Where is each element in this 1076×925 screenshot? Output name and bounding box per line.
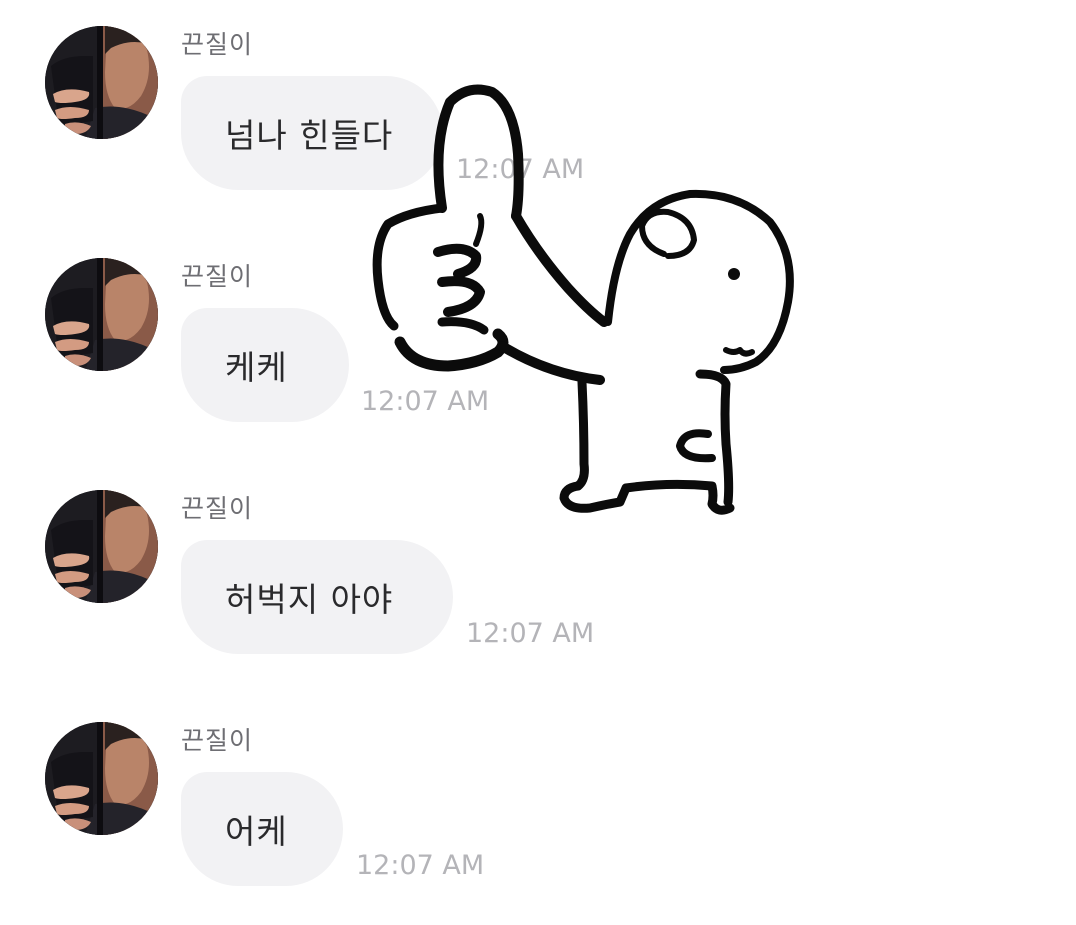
chat-area: 끈질이 넘나 힌들다 12:07 AM 끈질이 케케 12:07 AM 끈질이 … (0, 0, 1076, 925)
avatar[interactable] (45, 26, 158, 139)
sender-name: 끈질이 (181, 262, 254, 291)
sender-name: 끈질이 (181, 30, 254, 59)
character-eye (728, 268, 740, 280)
thumbs-up-character-icon (372, 84, 794, 515)
thumbs-up-character-sticker[interactable] (368, 84, 800, 519)
message-text: 케케 (225, 348, 288, 387)
message-text: 어케 (225, 812, 288, 851)
avatar[interactable] (45, 490, 158, 603)
avatar[interactable] (45, 258, 158, 371)
sender-name: 끈질이 (181, 726, 254, 755)
message-bubble[interactable]: 케케 (181, 308, 349, 422)
message-bubble[interactable]: 허벅지 아야 (181, 540, 453, 654)
message-text: 허벅지 아야 (225, 580, 394, 619)
message-time: 12:07 AM (356, 850, 485, 881)
sender-name: 끈질이 (181, 494, 254, 523)
message-time: 12:07 AM (466, 618, 595, 649)
avatar[interactable] (45, 722, 158, 835)
message-bubble[interactable]: 어케 (181, 772, 343, 886)
